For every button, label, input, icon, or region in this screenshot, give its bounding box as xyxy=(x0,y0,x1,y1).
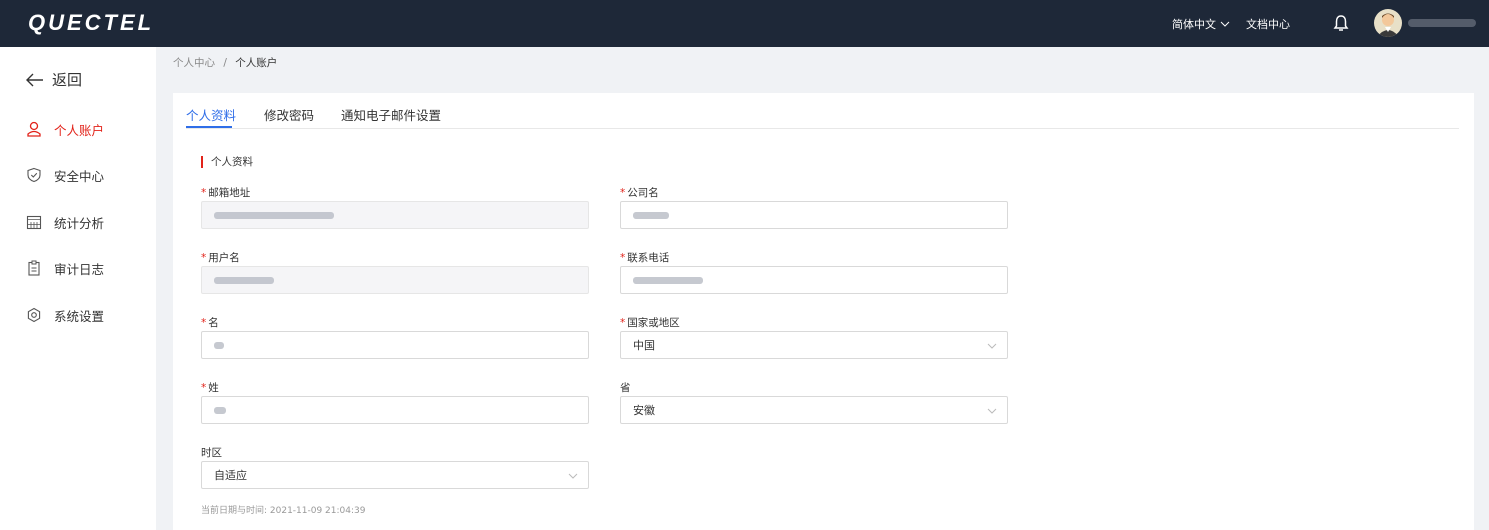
sidebar-item-label: 系统设置 xyxy=(54,308,105,324)
email-label: * 邮箱地址 xyxy=(201,187,251,199)
country-label: * 国家或地区 xyxy=(620,317,680,329)
calendar-grid-icon xyxy=(26,215,42,230)
sidebar-item-account[interactable]: 个人账户 xyxy=(26,119,104,139)
tab-bar: 个人资料 修改密码 通知电子邮件设置 xyxy=(186,93,1459,129)
sidebar-item-audit-log[interactable]: 审计日志 xyxy=(26,258,104,278)
country-value: 中国 xyxy=(633,339,655,352)
chevron-down-icon xyxy=(987,408,997,414)
breadcrumb-separator: / xyxy=(223,57,227,69)
province-value: 安徽 xyxy=(633,404,655,417)
username-label: * 用户名 xyxy=(201,252,240,264)
tab-change-password[interactable]: 修改密码 xyxy=(264,105,314,124)
email-field[interactable] xyxy=(201,201,589,229)
username-display[interactable] xyxy=(1408,19,1476,27)
company-field[interactable] xyxy=(620,201,1008,229)
tab-email-notifications[interactable]: 通知电子邮件设置 xyxy=(341,105,441,124)
first-name-field[interactable] xyxy=(201,331,589,359)
chevron-down-icon xyxy=(568,473,578,479)
username-field[interactable] xyxy=(201,266,589,294)
chevron-down-icon xyxy=(1220,21,1230,27)
language-label: 简体中文 xyxy=(1172,17,1216,31)
province-label: 省 xyxy=(620,382,631,394)
current-time-hint: 当前日期与时间: 2021-11-09 21:04:39 xyxy=(201,506,366,516)
profile-card: 个人资料 修改密码 通知电子邮件设置 个人资料 * 邮箱地址 * 用户名 * 名 * 姓… xyxy=(173,93,1474,530)
top-bar: QUECTEL 简体中文 文档中心 xyxy=(0,0,1489,47)
sidebar: 返回 个人账户 安全中心 统计分析 审计日志 系统设置 xyxy=(0,47,156,530)
last-name-field[interactable] xyxy=(201,396,589,424)
breadcrumb: 个人中心 / 个人账户 xyxy=(173,55,277,70)
timezone-select[interactable]: 自适应 xyxy=(201,461,589,489)
sidebar-item-settings[interactable]: 系统设置 xyxy=(26,305,104,325)
last-name-label: * 姓 xyxy=(201,382,219,394)
user-icon xyxy=(27,121,41,137)
back-button[interactable]: 返回 xyxy=(26,69,82,90)
sidebar-item-statistics[interactable]: 统计分析 xyxy=(26,212,104,232)
quectel-logo[interactable]: QUECTEL xyxy=(28,10,154,36)
avatar[interactable] xyxy=(1374,9,1402,37)
phone-field[interactable] xyxy=(620,266,1008,294)
docs-center-link[interactable]: 文档中心 xyxy=(1246,0,1290,47)
arrow-left-icon xyxy=(26,73,43,86)
sidebar-item-label: 统计分析 xyxy=(54,215,105,231)
province-select[interactable]: 安徽 xyxy=(620,396,1008,424)
country-select[interactable]: 中国 xyxy=(620,331,1008,359)
phone-label: * 联系电话 xyxy=(620,252,670,264)
section-title: 个人资料 xyxy=(201,156,253,168)
first-name-label: * 名 xyxy=(201,317,219,329)
timezone-label: 时区 xyxy=(201,447,222,459)
tab-profile[interactable]: 个人资料 xyxy=(186,105,236,124)
sidebar-item-label: 个人账户 xyxy=(54,122,105,138)
sidebar-item-label: 安全中心 xyxy=(54,168,105,184)
gear-icon xyxy=(27,307,41,323)
language-selector[interactable]: 简体中文 xyxy=(1172,0,1230,47)
sidebar-item-label: 审计日志 xyxy=(54,261,105,277)
shield-check-icon xyxy=(27,167,41,183)
sidebar-item-security[interactable]: 安全中心 xyxy=(26,165,104,185)
breadcrumb-parent[interactable]: 个人中心 xyxy=(173,57,215,69)
back-label: 返回 xyxy=(52,71,83,89)
company-label: * 公司名 xyxy=(620,187,659,199)
chevron-down-icon xyxy=(987,343,997,349)
timezone-value: 自适应 xyxy=(214,469,247,482)
bell-icon[interactable] xyxy=(1331,13,1351,33)
clipboard-icon xyxy=(28,260,40,276)
active-tab-indicator xyxy=(186,126,232,128)
breadcrumb-current: 个人账户 xyxy=(235,57,278,69)
